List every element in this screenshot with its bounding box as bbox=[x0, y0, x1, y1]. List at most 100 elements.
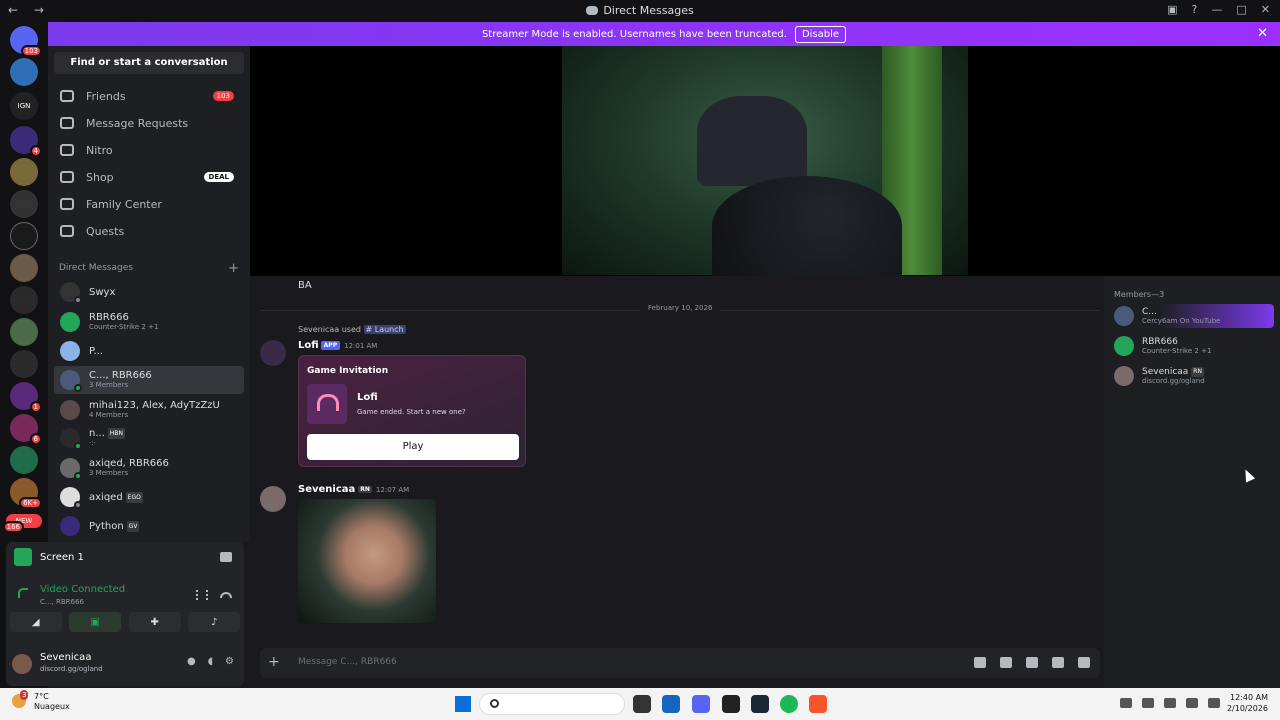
microphone-icon[interactable]: ● bbox=[187, 656, 196, 667]
inbox-icon[interactable]: ▣ bbox=[1167, 3, 1177, 16]
dm-item[interactable]: mihai123, Alex, AdyTzZzU 4 Members bbox=[54, 396, 244, 424]
server-ign[interactable]: IGN bbox=[10, 92, 38, 120]
voice-channel[interactable]: C..., RBR666 bbox=[40, 598, 84, 606]
sticker-icon[interactable] bbox=[1026, 657, 1038, 668]
server-icon[interactable] bbox=[10, 254, 38, 282]
dm-header: Direct Messages + bbox=[59, 261, 239, 276]
friends-icon bbox=[60, 90, 74, 102]
nitro-icon bbox=[60, 144, 74, 156]
voice-controls: ◢ ▣ ✚ ♪ bbox=[6, 612, 244, 636]
apps-icon[interactable] bbox=[1078, 657, 1090, 668]
maximize-button[interactable]: □ bbox=[1236, 3, 1246, 16]
window-controls: ▣ ? — □ ✕ bbox=[1167, 3, 1270, 16]
lofi-avatar[interactable] bbox=[260, 340, 286, 366]
server-icon[interactable]: 6K+ bbox=[10, 478, 42, 509]
clock[interactable]: 12:40 AM 2/10/2026 bbox=[1227, 692, 1268, 714]
taskbar-search[interactable]: Search bbox=[479, 693, 625, 715]
spotify-icon[interactable] bbox=[780, 695, 798, 713]
disable-streamer-button[interactable]: Disable bbox=[794, 25, 847, 43]
nav-quests[interactable]: Quests bbox=[54, 219, 244, 243]
server-icon[interactable] bbox=[10, 58, 38, 86]
date-divider: February 10, 2026 bbox=[260, 304, 1100, 312]
server-icon[interactable] bbox=[10, 446, 38, 474]
avatar bbox=[1114, 336, 1134, 356]
close-banner-icon[interactable]: ✕ bbox=[1257, 26, 1268, 41]
disconnect-icon[interactable] bbox=[220, 592, 232, 598]
home-button[interactable]: 103 bbox=[10, 26, 42, 57]
screen-share-button[interactable]: ▣ bbox=[69, 612, 122, 632]
attach-plus-icon[interactable]: + bbox=[268, 654, 280, 670]
display-icon[interactable] bbox=[1186, 698, 1198, 708]
discord-icon[interactable] bbox=[692, 695, 710, 713]
mic-icon[interactable] bbox=[1164, 698, 1176, 708]
main-chat: BA February 10, 2026 Sevenicaa used # La… bbox=[250, 46, 1280, 688]
network-icon[interactable] bbox=[1142, 698, 1154, 708]
avatar bbox=[60, 312, 80, 332]
volume-icon[interactable] bbox=[1208, 698, 1220, 708]
message-composer[interactable]: + Message C..., RBR666 bbox=[260, 648, 1100, 678]
dm-item[interactable]: RBR666 Counter-Strike 2 +1 bbox=[54, 308, 244, 336]
member-item[interactable]: C... Cercy6am On YouTube bbox=[1110, 304, 1274, 328]
dm-sidebar: Find or start a conversation Friends 103 … bbox=[48, 46, 250, 542]
server-icon[interactable] bbox=[10, 318, 38, 346]
screen-share-label[interactable]: Screen 1 bbox=[14, 548, 84, 566]
server-icon[interactable]: 4 bbox=[10, 126, 42, 157]
steam-icon[interactable] bbox=[751, 695, 769, 713]
close-window-button[interactable]: ✕ bbox=[1261, 3, 1270, 16]
image-attachment[interactable] bbox=[298, 499, 436, 623]
dm-item[interactable]: axiqed EGO bbox=[54, 483, 244, 511]
nav-friends[interactable]: Friends 103 bbox=[54, 84, 244, 108]
minimize-button[interactable]: — bbox=[1211, 3, 1222, 16]
server-icon[interactable]: 6 bbox=[10, 414, 42, 445]
nav-nitro[interactable]: Nitro bbox=[54, 138, 244, 162]
emoji-icon[interactable] bbox=[1052, 657, 1064, 668]
member-item[interactable]: Sevenicaa RN discord.gg/ogland bbox=[1110, 364, 1274, 388]
windows-start-icon[interactable] bbox=[455, 696, 471, 712]
user-panel: Sevenicaa discord.gg/ogland ● ◖ ⚙ bbox=[6, 640, 244, 686]
dm-item[interactable]: Python GV bbox=[54, 512, 244, 540]
brave-icon[interactable] bbox=[809, 695, 827, 713]
server-icon[interactable] bbox=[10, 350, 38, 378]
message-text: BA bbox=[298, 280, 312, 291]
user-avatar[interactable] bbox=[12, 654, 32, 674]
camera-off-button[interactable]: ◢ bbox=[9, 612, 62, 632]
task-view-icon[interactable] bbox=[633, 695, 651, 713]
user-avatar[interactable] bbox=[260, 486, 286, 512]
voice-status: Video Connected bbox=[40, 584, 126, 595]
server-icon[interactable] bbox=[10, 190, 38, 218]
signal-icon[interactable] bbox=[18, 588, 28, 598]
help-icon[interactable]: ? bbox=[1192, 3, 1198, 16]
server-icon[interactable]: 1 bbox=[10, 382, 42, 413]
chevron-up-icon[interactable] bbox=[1120, 698, 1132, 708]
server-icon[interactable] bbox=[10, 222, 38, 250]
soundboard-button[interactable]: ♪ bbox=[188, 612, 241, 632]
avatar bbox=[60, 400, 80, 420]
title-bar: ← → Direct Messages ▣ ? — □ ✕ bbox=[0, 0, 1280, 22]
activities-button[interactable]: ✚ bbox=[128, 612, 181, 632]
dm-item[interactable]: P... bbox=[54, 337, 244, 365]
find-conversation-input[interactable]: Find or start a conversation bbox=[54, 52, 244, 74]
headset-icon[interactable]: ◖ bbox=[208, 656, 213, 667]
shop-icon bbox=[60, 171, 74, 183]
stop-stream-icon[interactable] bbox=[220, 552, 232, 562]
play-button[interactable]: Play bbox=[307, 434, 519, 460]
server-icon[interactable] bbox=[10, 158, 38, 186]
app-icon[interactable] bbox=[662, 695, 680, 713]
dm-item[interactable]: Swyx bbox=[54, 278, 244, 306]
create-dm-icon[interactable]: + bbox=[228, 261, 239, 276]
settings-gear-icon[interactable]: ⚙ bbox=[225, 656, 234, 667]
server-icon[interactable] bbox=[10, 286, 38, 314]
nav-family-center[interactable]: Family Center bbox=[54, 192, 244, 216]
member-item[interactable]: RBR666 Counter-Strike 2 +1 bbox=[1110, 334, 1274, 358]
gift-icon[interactable] bbox=[974, 657, 986, 668]
dm-item[interactable]: axiqed, RBR666 3 Members bbox=[54, 454, 244, 482]
gif-icon[interactable] bbox=[1000, 657, 1012, 668]
app-icon[interactable] bbox=[722, 695, 740, 713]
weather-widget[interactable]: 3 7°C Nuageux bbox=[12, 690, 70, 712]
nav-message-requests[interactable]: Message Requests bbox=[54, 111, 244, 135]
nav-shop[interactable]: Shop DEAL bbox=[54, 165, 244, 189]
noise-suppression-icon[interactable] bbox=[196, 590, 208, 600]
video-stream[interactable] bbox=[250, 46, 1280, 276]
dm-item-active[interactable]: C..., RBR666 3 Members bbox=[54, 366, 244, 394]
dm-item[interactable]: n... HBN ·:· bbox=[54, 424, 244, 452]
